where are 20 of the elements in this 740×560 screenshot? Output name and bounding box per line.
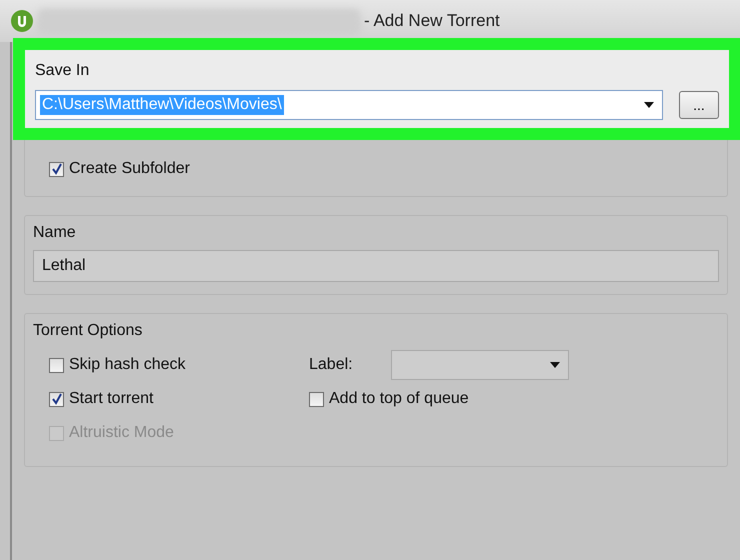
group-label: Name [33,224,77,242]
caret-icon [550,362,560,368]
checkbox-label: Create Subfolder [69,160,190,178]
browse-button[interactable]: ... [679,91,719,119]
checkbox-label: Skip hash check [69,356,186,374]
group-label: Torrent Options [33,322,144,340]
group-label: Save In [35,62,90,80]
checkbox[interactable] [49,392,64,406]
path-text: C:\Users\Matthew\Videos\Movies\ [40,95,284,115]
checkbox[interactable] [49,162,64,176]
checkbox[interactable] [309,392,324,406]
window-title: - Add New Torrent [364,11,500,31]
checkbox[interactable] [49,358,64,372]
checkbox-label: Add to top of queue [329,390,469,408]
checkbox-label: Altruistic Mode [69,424,174,442]
caret-icon [644,102,654,108]
app-logo-icon [10,9,34,33]
name-field[interactable]: Lethal [33,250,719,282]
checkbox-label: Start torrent [69,390,154,408]
field-label: Label: [309,356,354,374]
